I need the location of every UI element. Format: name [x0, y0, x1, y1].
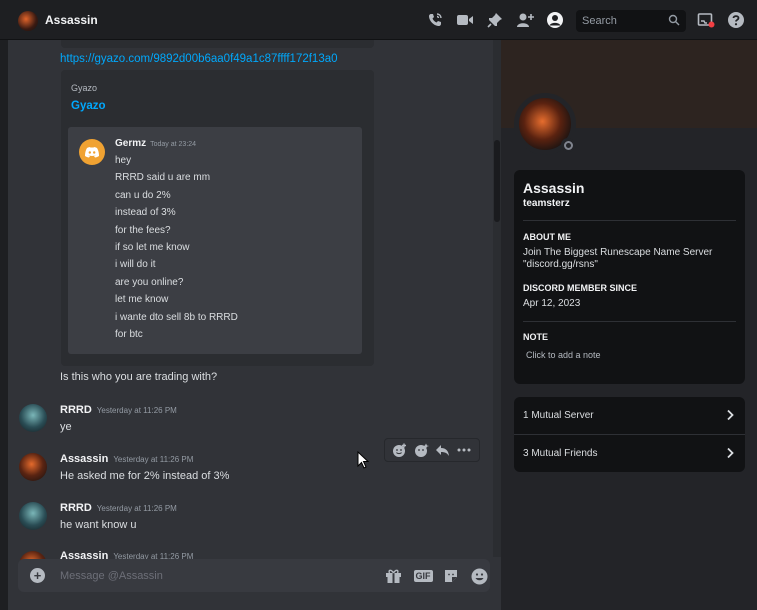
top-bar: Assassin Search: [0, 0, 757, 40]
emoji-icon[interactable]: [470, 567, 488, 585]
mouse-cursor-icon: [357, 450, 370, 474]
avatar[interactable]: [19, 502, 47, 530]
note-input[interactable]: Click to add a note: [526, 350, 601, 360]
add-reaction-icon[interactable]: [392, 442, 408, 458]
chat-area: https://gyazo.com/9892d00b6aa0f49a1c87ff…: [8, 40, 501, 610]
member-since-heading: DISCORD MEMBER SINCE: [523, 283, 638, 293]
about-text: Join The Biggest Runescape Name Server "…: [523, 247, 713, 270]
search-input[interactable]: Search: [576, 10, 686, 32]
user-profile-panel: Assassin teamsterz ABOUT ME Join The Big…: [501, 40, 757, 610]
message-author[interactable]: RRRD Yesterday at 11:26 PM: [60, 404, 177, 416]
mutual-servers-row[interactable]: 1 Mutual Server: [514, 397, 745, 434]
profile-username[interactable]: teamsterz: [523, 198, 570, 209]
embed-line: can u do 2%: [115, 189, 171, 201]
embed-image[interactable]: Germz Today at 23:24 hey RRRD said u are …: [68, 127, 362, 354]
message-composer: + GIF: [18, 559, 490, 592]
about-heading: ABOUT ME: [523, 232, 571, 242]
video-icon[interactable]: [456, 12, 474, 28]
profile-icon[interactable]: [546, 12, 564, 28]
message-text: Is this who you are trading with?: [60, 371, 218, 383]
status-offline-icon: [561, 138, 575, 152]
upload-plus-icon[interactable]: +: [30, 568, 45, 583]
gift-icon[interactable]: [384, 567, 402, 585]
profile-display-name: Assassin: [523, 180, 585, 196]
link-embed: Gyazo Gyazo Germz Today at 23:24 hey RRRD…: [61, 70, 374, 366]
profile-card: Assassin teamsterz ABOUT ME Join The Big…: [514, 170, 745, 384]
divider: [523, 321, 736, 322]
message-input[interactable]: [60, 567, 310, 585]
mutuals-list: 1 Mutual Server 3 Mutual Friends: [514, 397, 745, 472]
embed-provider: Gyazo: [71, 83, 98, 93]
message-text: He asked me for 2% instead of 3%: [60, 470, 230, 482]
embed-title[interactable]: Gyazo: [71, 100, 106, 112]
embed-line: let me know: [115, 294, 169, 306]
divider: [523, 220, 736, 221]
chat-scrollbar[interactable]: [493, 40, 501, 557]
mutual-friends-row[interactable]: 3 Mutual Friends: [514, 435, 745, 472]
chevron-right-icon: [726, 447, 734, 462]
embed-line: are you online?: [115, 276, 184, 288]
embed-author: Germz Today at 23:24: [115, 138, 197, 149]
embed-line: if so let me know: [115, 241, 190, 253]
pin-icon[interactable]: [486, 12, 504, 28]
member-since-date: Apr 12, 2023: [523, 298, 581, 309]
message-text: he want know u: [60, 519, 137, 531]
embed-line: hey: [115, 155, 132, 166]
mutual-friends-label: 3 Mutual Friends: [523, 448, 598, 459]
embed-line: i will do it: [115, 259, 156, 271]
message-time: Yesterday at 11:26 PM: [96, 406, 177, 415]
mutual-servers-label: 1 Mutual Server: [523, 410, 594, 421]
gif-icon[interactable]: GIF: [412, 567, 434, 585]
scroll-thumb[interactable]: [494, 140, 500, 222]
message-time: Yesterday at 11:26 PM: [113, 455, 194, 464]
call-icon[interactable]: [426, 12, 444, 28]
add-member-icon[interactable]: [516, 12, 534, 28]
message-list[interactable]: https://gyazo.com/9892d00b6aa0f49a1c87ff…: [8, 40, 501, 560]
embed-line: instead of 3%: [115, 207, 176, 219]
embed-line: for the fees?: [115, 224, 171, 236]
chevron-right-icon: [726, 409, 734, 424]
message-actions: [384, 438, 480, 462]
embed-line: RRRD said u are mm: [115, 172, 211, 184]
message-author[interactable]: RRRD Yesterday at 11:26 PM: [60, 502, 177, 514]
sticker-icon[interactable]: [442, 567, 460, 585]
message-text: ye: [60, 421, 72, 433]
super-reaction-icon[interactable]: [413, 442, 429, 458]
search-icon: [668, 14, 680, 29]
inbox-icon[interactable]: [697, 12, 715, 28]
embed-avatar: [79, 139, 105, 165]
reply-icon[interactable]: [435, 442, 451, 458]
discord-logo-icon: [85, 147, 99, 158]
channel-title: Assassin: [45, 13, 98, 27]
message-author[interactable]: Assassin Yesterday at 11:26 PM: [60, 453, 193, 465]
embed-time: Today at 23:24: [150, 141, 197, 148]
embed-lines: hey RRRD said u are mm can u do 2% inste…: [115, 152, 238, 343]
gyazo-link[interactable]: https://gyazo.com/9892d00b6aa0f49a1c87ff…: [60, 53, 338, 65]
embed-line: i wante dto sell 8b to RRRD: [115, 311, 238, 323]
help-icon[interactable]: [727, 12, 745, 28]
note-heading: NOTE: [523, 332, 549, 342]
dm-avatar: [18, 11, 38, 31]
avatar[interactable]: [19, 404, 47, 432]
previous-embed: [61, 40, 374, 48]
embed-line: for btc: [115, 328, 143, 340]
search-placeholder: Search: [582, 15, 617, 27]
message-time: Yesterday at 11:26 PM: [96, 504, 177, 513]
avatar[interactable]: [19, 453, 47, 481]
more-icon[interactable]: [456, 442, 472, 458]
